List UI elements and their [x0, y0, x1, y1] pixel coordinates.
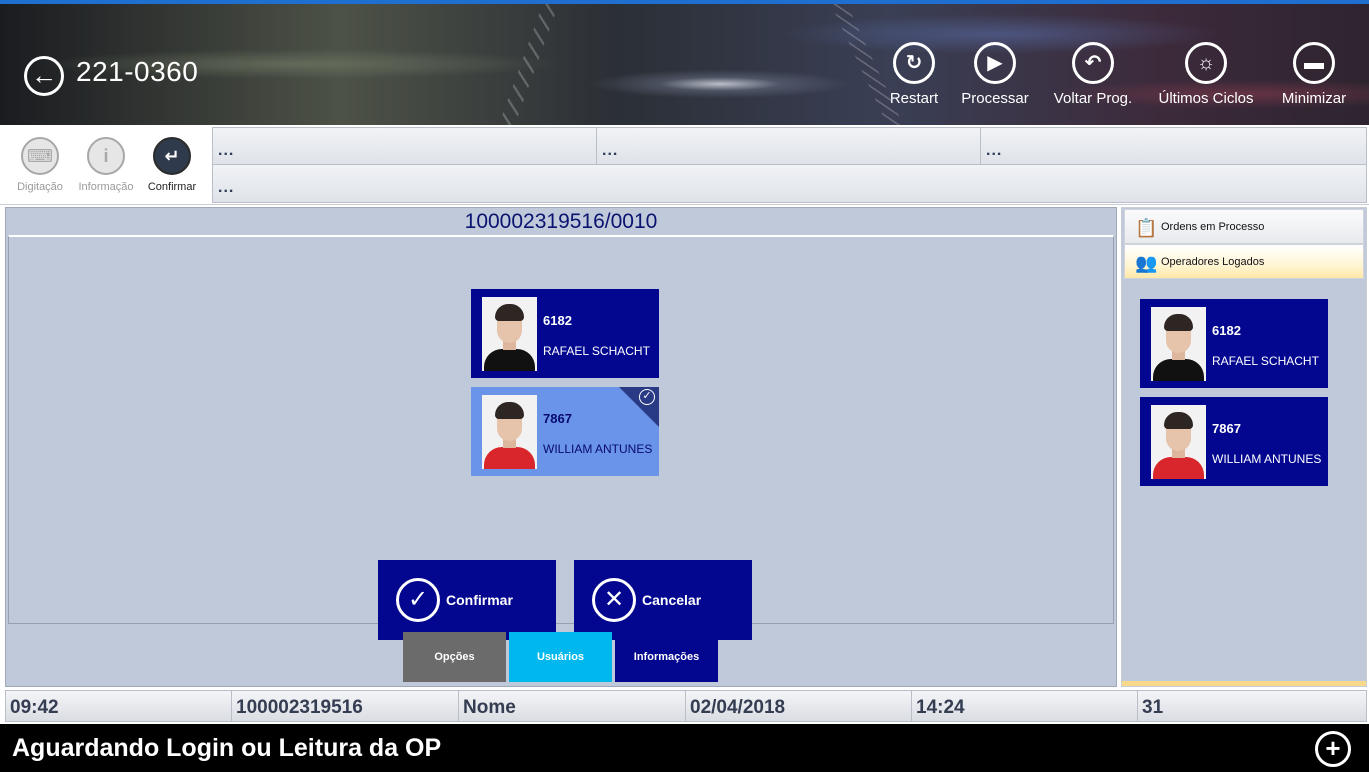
status-time: 09:42 [6, 691, 232, 721]
operator-photo [482, 395, 537, 469]
operator-card[interactable]: 6182 RAFAEL SCHACHT [471, 289, 659, 378]
cancel-label: Cancelar [642, 592, 702, 608]
clipboard-icon: 📋 [1135, 218, 1158, 238]
confirmar-tool[interactable]: ↵ Confirmar [139, 137, 205, 193]
header-banner: ← 221-0360 ↻ Restart ▶ Processar ↶ Volta… [0, 0, 1369, 125]
play-icon: ▶ [974, 42, 1016, 84]
confirmar-tool-label: Confirmar [147, 181, 197, 193]
users-icon: 👥 [1135, 253, 1158, 273]
operator-photo [1151, 307, 1206, 381]
operator-card-selected[interactable]: 7867 WILLIAM ANTUNES ✓ [471, 387, 659, 476]
checkmark-icon: ✓ [639, 389, 655, 405]
tab-ordens-em-processo[interactable]: 📋 Ordens em Processo [1124, 209, 1364, 244]
main-panel: 100002319516/0010 6182 RAFAEL SCHACHT 78… [5, 207, 1117, 687]
side-panel: 📋 Ordens em Processo 👥 Operadores Logado… [1121, 207, 1367, 687]
logged-operator-card[interactable]: 6182 RAFAEL SCHACHT [1140, 299, 1328, 388]
checkmark-circle-icon: ✓ [396, 578, 440, 622]
informacao-label: Informação [78, 181, 134, 193]
operator-name: WILLIAM ANTUNES [1212, 452, 1322, 466]
keyboard-icon: ⌨ [21, 137, 59, 175]
info-cell: ... [213, 128, 597, 165]
minus-icon: ▬ [1293, 42, 1335, 84]
status-date: 02/04/2018 [686, 691, 912, 721]
informacao-tool[interactable]: i Informação [73, 137, 139, 193]
undo-icon: ↶ [1072, 42, 1114, 84]
operator-code: 7867 [543, 411, 572, 426]
cancel-button[interactable]: ✕ Cancelar [574, 560, 752, 640]
digitacao-tool[interactable]: ⌨ Digitação [7, 137, 73, 193]
ultimos-ciclos-label: Últimos Ciclos [1158, 90, 1254, 107]
tab-operadores-logados[interactable]: 👥 Operadores Logados [1124, 244, 1364, 279]
status-count: 31 [1142, 697, 1164, 718]
operator-name: WILLIAM ANTUNES [543, 442, 653, 456]
processar-button[interactable]: ▶ Processar [940, 42, 1050, 107]
info-cell: ... [597, 128, 981, 165]
status-time2: 14:24 [912, 691, 1138, 721]
operator-name: RAFAEL SCHACHT [1212, 354, 1319, 368]
operator-code: 6182 [1212, 323, 1241, 338]
info-grid: ... ... ... ... [212, 127, 1367, 203]
operator-photo [482, 297, 537, 371]
info-cell: ... [213, 165, 1366, 202]
logged-operator-card[interactable]: 7867 WILLIAM ANTUNES [1140, 397, 1328, 486]
operator-code: 7867 [1212, 421, 1241, 436]
processar-label: Processar [961, 90, 1029, 107]
machine-code: 221-0360 [76, 56, 199, 87]
plus-icon[interactable]: + [1315, 731, 1351, 767]
status-message: Aguardando Login ou Leitura da OP [12, 734, 442, 762]
enter-icon: ↵ [153, 137, 191, 175]
minimizar-button[interactable]: ▬ Minimizar [1259, 42, 1369, 107]
operator-selection-area: 6182 RAFAEL SCHACHT 7867 WILLIAM ANTUNES… [8, 235, 1114, 640]
ordens-label: Ordens em Processo [1161, 221, 1265, 233]
side-panel-strip [1122, 681, 1366, 686]
info-icon: i [87, 137, 125, 175]
tab-informacoes[interactable]: Informações [615, 632, 718, 682]
voltar-prog-button[interactable]: ↶ Voltar Prog. [1038, 42, 1148, 107]
back-arrow-icon[interactable]: ← [24, 56, 64, 96]
close-icon: ✕ [592, 578, 636, 622]
operator-photo [1151, 405, 1206, 479]
background-truss [497, 4, 559, 125]
confirm-button[interactable]: ✓ Confirmar [378, 560, 556, 640]
order-title: 100002319516/0010 [464, 210, 658, 233]
confirm-label: Confirmar [446, 592, 513, 608]
operator-code: 6182 [543, 313, 572, 328]
bottom-bar: Aguardando Login ou Leitura da OP + [0, 724, 1369, 772]
digitacao-label: Digitação [17, 181, 63, 193]
tab-opcoes[interactable]: Opções [403, 632, 506, 682]
refresh-icon: ↻ [893, 42, 935, 84]
status-bar: 09:42 100002319516 Nome 02/04/2018 14:24… [5, 690, 1367, 722]
toolbar: ⌨ Digitação i Informação ↵ Confirmar ...… [0, 125, 1369, 205]
status-order: 100002319516 [232, 691, 459, 721]
tab-usuarios[interactable]: Usuários [509, 632, 612, 682]
operator-name: RAFAEL SCHACHT [543, 344, 650, 358]
minimizar-label: Minimizar [1281, 90, 1347, 107]
voltar-prog-label: Voltar Prog. [1053, 90, 1133, 107]
lightbulb-icon: ☼ [1185, 42, 1227, 84]
ultimos-ciclos-button[interactable]: ☼ Últimos Ciclos [1151, 42, 1261, 107]
operadores-label: Operadores Logados [1161, 256, 1265, 268]
info-cell: ... [981, 128, 1366, 165]
status-name: Nome [459, 691, 686, 721]
